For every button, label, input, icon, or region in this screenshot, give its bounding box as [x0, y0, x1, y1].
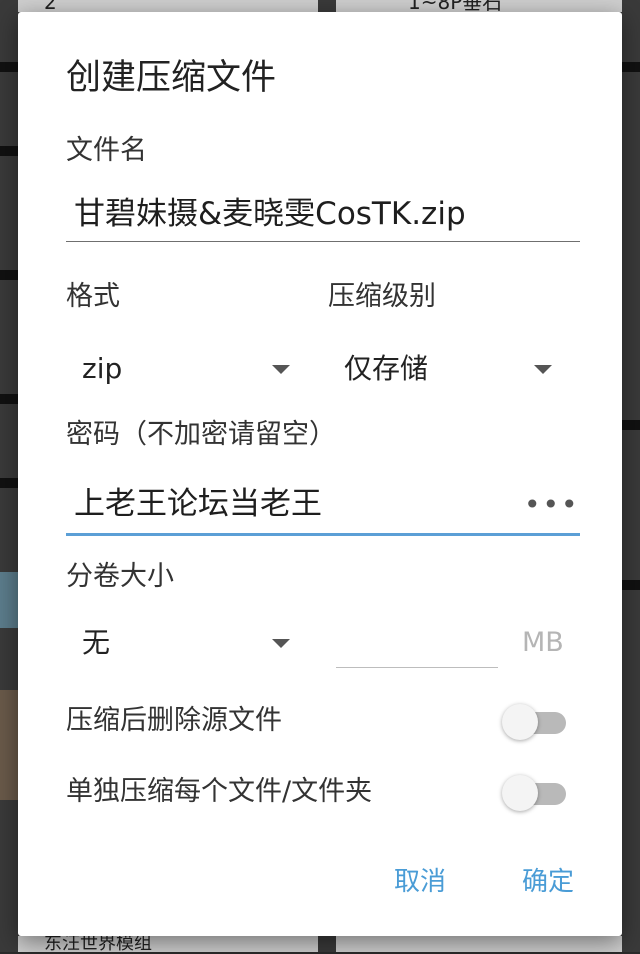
chevron-down-icon — [272, 639, 290, 648]
compression-level-select[interactable]: 仅存储 — [328, 348, 568, 392]
background-stripe — [0, 270, 18, 280]
filename-underline — [66, 241, 580, 242]
split-volume-select[interactable]: 无 — [66, 622, 306, 666]
background-cell — [336, 936, 622, 952]
background-stripe — [622, 62, 640, 72]
filename-label: 文件名 — [66, 135, 147, 166]
background-stripe — [622, 580, 640, 590]
compress-individually-toggle[interactable] — [502, 775, 568, 811]
toggle-knob — [502, 704, 538, 740]
background-thumbnail — [0, 690, 18, 800]
create-archive-dialog: 创建压缩文件 文件名 甘碧妹摄&麦晓雯CosTK.zip 格式 压缩级别 zip… — [18, 12, 622, 936]
compression-level-selected-value: 仅存储 — [344, 352, 429, 385]
password-visibility-icon[interactable]: ••• — [524, 490, 580, 520]
background-stripe — [0, 394, 18, 404]
background-item-text: 2 — [44, 0, 57, 14]
dialog-title: 创建压缩文件 — [66, 58, 277, 98]
background-thumbnail — [0, 572, 18, 628]
split-size-unit: MB — [522, 627, 564, 658]
filename-input[interactable]: 甘碧妹摄&麦晓雯CosTK.zip — [74, 194, 466, 234]
background-item-text: 东汪世界模组 — [44, 933, 152, 954]
password-underline — [66, 533, 580, 536]
chevron-down-icon — [534, 365, 552, 374]
background-stripe — [0, 478, 18, 488]
toggle-knob — [502, 775, 538, 811]
split-size-input[interactable] — [336, 620, 496, 664]
background-stripe — [622, 420, 640, 430]
compress-individually-label: 单独压缩每个文件/文件夹 — [66, 776, 373, 807]
password-label: 密码（不加密请留空） — [66, 419, 336, 450]
background-stripe — [0, 62, 18, 72]
background-item-text: 1~8P垂石 — [408, 0, 503, 14]
format-select[interactable]: zip — [66, 348, 306, 392]
confirm-button[interactable]: 确定 — [522, 865, 574, 899]
password-input[interactable]: 上老王论坛当老王 — [74, 484, 322, 524]
compression-level-label: 压缩级别 — [328, 281, 436, 312]
split-size-underline — [336, 667, 498, 668]
format-label: 格式 — [66, 281, 120, 312]
background-cell — [18, 0, 318, 12]
delete-source-toggle[interactable] — [502, 704, 568, 740]
split-volume-selected-value: 无 — [82, 626, 111, 659]
background-stripe — [0, 146, 18, 156]
split-volume-label: 分卷大小 — [66, 561, 174, 592]
delete-source-label: 压缩后删除源文件 — [66, 705, 282, 736]
format-selected-value: zip — [82, 352, 123, 385]
chevron-down-icon — [272, 365, 290, 374]
cancel-button[interactable]: 取消 — [394, 865, 446, 899]
